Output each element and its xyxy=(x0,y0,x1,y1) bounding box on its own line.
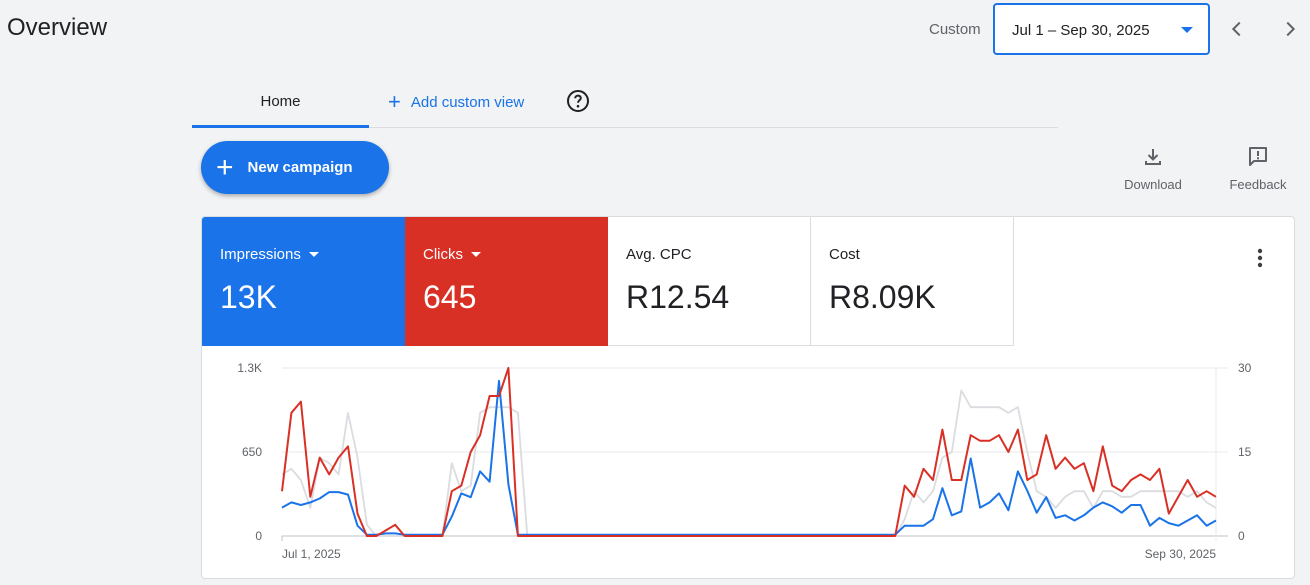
metric-cost[interactable]: Cost R8.09K xyxy=(811,217,1014,346)
dropdown-arrow-icon xyxy=(1181,27,1193,33)
feedback-label: Feedback xyxy=(1229,177,1287,192)
add-custom-view-label: Add custom view xyxy=(410,93,525,111)
download-button[interactable]: Download xyxy=(1113,145,1193,192)
date-range-value: Jul 1 – Sep 30, 2025 xyxy=(1012,22,1150,39)
x-axis-end-label: Sep 30, 2025 xyxy=(1145,547,1217,561)
new-campaign-button[interactable]: + New campaign xyxy=(201,141,389,194)
dropdown-arrow-icon xyxy=(308,252,319,257)
download-label: Download xyxy=(1124,177,1182,192)
left-axis-tick-label: 650 xyxy=(242,445,262,459)
chevron-right-icon xyxy=(1286,21,1296,37)
metric-avg-cpc-label: Avg. CPC xyxy=(626,246,692,263)
metric-impressions-label: Impressions xyxy=(220,246,301,263)
left-axis-tick-label: 0 xyxy=(255,529,262,543)
series-line-impressions xyxy=(281,379,1217,536)
date-range-type-label: Custom xyxy=(929,21,981,38)
right-axis-ticks: 30 15 0 xyxy=(1238,361,1252,543)
series-line-comparison xyxy=(281,389,1217,537)
metric-clicks[interactable]: Clicks 645 xyxy=(405,217,608,346)
chart-grid xyxy=(281,367,1228,541)
metric-cost-label: Cost xyxy=(829,246,860,263)
tab-home-label: Home xyxy=(260,93,301,110)
chevron-left-icon xyxy=(1231,21,1241,37)
feedback-button[interactable]: Feedback xyxy=(1218,145,1298,192)
metric-avg-cpc-value: R12.54 xyxy=(626,279,730,315)
right-axis-tick-label: 15 xyxy=(1238,445,1252,459)
right-axis-tick-label: 0 xyxy=(1238,529,1245,543)
plus-icon: + xyxy=(216,150,234,184)
performance-card: Impressions 13K Clicks 645 Avg. CPC R12.… xyxy=(201,216,1295,579)
previous-period-button[interactable] xyxy=(1222,14,1252,44)
tab-home[interactable]: Home xyxy=(192,78,369,128)
left-axis-tick-label: 1.3K xyxy=(237,361,262,375)
add-custom-view-button[interactable]: + Add custom view xyxy=(388,78,524,126)
right-axis-tick-label: 30 xyxy=(1238,361,1252,375)
date-range-picker[interactable]: Jul 1 – Sep 30, 2025 xyxy=(993,3,1210,55)
performance-line-chart: 1.3K 650 0 30 15 0 Jul 1, 2025 Sep 30, 2025 xyxy=(237,361,1252,561)
x-axis-labels: Jul 1, 2025 Sep 30, 2025 xyxy=(282,547,1216,561)
view-tabs: Home + Add custom view xyxy=(192,78,1058,128)
feedback-icon xyxy=(1249,147,1267,166)
next-period-button[interactable] xyxy=(1275,14,1305,44)
x-axis-start-label: Jul 1, 2025 xyxy=(282,547,341,561)
more-options-icon[interactable] xyxy=(1252,247,1268,269)
metric-impressions[interactable]: Impressions 13K xyxy=(202,217,405,346)
metric-cost-value: R8.09K xyxy=(829,279,936,315)
metric-avg-cpc[interactable]: Avg. CPC R12.54 xyxy=(608,217,811,346)
metric-clicks-value: 645 xyxy=(423,279,477,315)
new-campaign-label: New campaign xyxy=(247,159,353,176)
metric-impressions-value: 13K xyxy=(220,279,277,315)
left-axis-ticks: 1.3K 650 0 xyxy=(237,361,262,543)
dropdown-arrow-icon xyxy=(471,252,481,257)
plus-icon: + xyxy=(388,89,401,114)
help-icon[interactable] xyxy=(566,89,590,113)
page-title: Overview xyxy=(7,14,108,41)
metric-clicks-label: Clicks xyxy=(423,246,463,263)
download-icon xyxy=(1145,149,1161,165)
